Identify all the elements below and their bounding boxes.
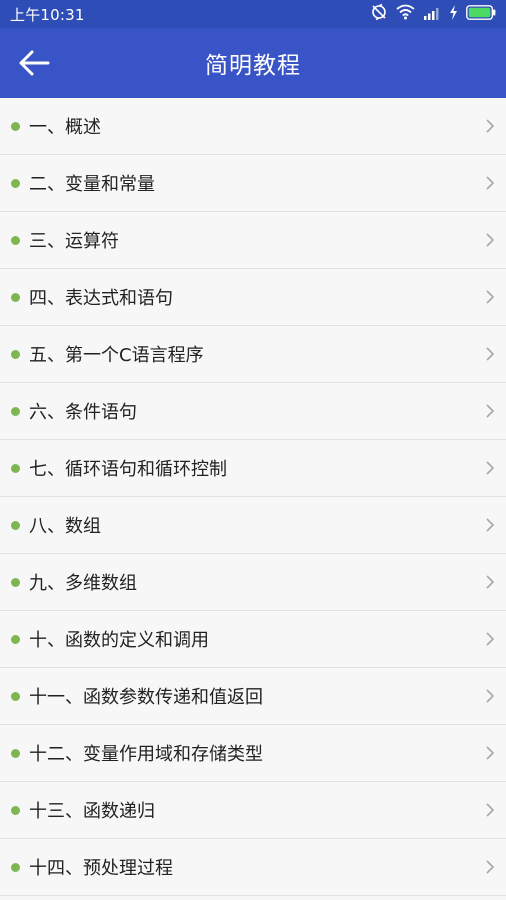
list-item[interactable]: 七、循环语句和循环控制 [0,440,506,497]
bullet-dot-icon [11,749,20,758]
list-item-label: 十四、预处理过程 [29,858,173,879]
chevron-right-icon [486,461,495,475]
list-item[interactable]: 二、变量和常量 [0,155,506,212]
charging-icon [449,4,458,24]
list-item-label: 十、函数的定义和调用 [29,630,209,651]
list-item[interactable]: 一、概述 [0,98,506,155]
sync-off-icon [370,3,388,25]
bullet-dot-icon [11,521,20,530]
lesson-list: 一、概述二、变量和常量 三、运算符四、表达式和语句五、第一个C语言程序 六、条件语句… [0,98,506,896]
list-item[interactable]: 十一、函数参数传递和值返回 [0,668,506,725]
list-item[interactable]: 十二、变量作用域和存储类型 [0,725,506,782]
bullet-dot-icon [11,692,20,701]
chevron-right-icon [486,518,495,532]
list-item-label: 十一、函数参数传递和值返回 [29,687,263,708]
chevron-right-icon [486,803,495,817]
chevron-right-icon [486,632,495,646]
list-item[interactable]: 四、表达式和语句 [0,269,506,326]
chevron-right-icon [486,347,495,361]
list-item[interactable]: 九、多维数组 [0,554,506,611]
list-item-label: 六、条件语句 [29,402,137,423]
list-item-label: 十二、变量作用域和存储类型 [29,744,263,765]
list-item[interactable]: 十、函数的定义和调用 [0,611,506,668]
chevron-right-icon [486,290,495,304]
list-item-label: 九、多维数组 [29,573,137,594]
chevron-right-icon [486,404,495,418]
bullet-dot-icon [11,236,20,245]
bullet-dot-icon [11,464,20,473]
bullet-dot-icon [11,863,20,872]
status-bar: 上午10:31 [0,0,506,28]
list-item[interactable]: 三、运算符 [0,212,506,269]
list-item-label: 十三、函数递归 [29,801,155,822]
list-item-label: 五、第一个C语言程序 [29,345,204,366]
battery-icon [466,4,496,24]
list-item-label: 一、概述 [29,117,101,138]
bullet-dot-icon [11,350,20,359]
bullet-dot-icon [11,122,20,131]
list-item[interactable]: 十三、函数递归 [0,782,506,839]
bullet-dot-icon [11,578,20,587]
screen: 上午10:31 简明教程 一、概述 二、变量和常量 三、运算符 四、表达式和语句… [0,0,506,900]
list-item[interactable]: 八、数组 [0,497,506,554]
list-item-label: 二、变量和常量 [29,174,155,195]
chevron-right-icon [486,860,495,874]
status-icons [370,3,496,25]
bullet-dot-icon [11,293,20,302]
bullet-dot-icon [11,407,20,416]
signal-icon [423,5,441,24]
list-item-label: 八、数组 [29,516,101,537]
list-item-label: 四、表达式和语句 [29,288,173,309]
list-item[interactable]: 五、第一个C语言程序 [0,326,506,383]
wifi-icon [396,4,415,24]
chevron-right-icon [486,575,495,589]
chevron-right-icon [486,119,495,133]
page-title: 简明教程 [205,53,301,79]
status-time: 上午10:31 [10,5,85,24]
list-item[interactable]: 六、条件语句 [0,383,506,440]
bullet-dot-icon [11,635,20,644]
list-item[interactable]: 十四、预处理过程 [0,839,506,896]
chevron-right-icon [486,233,495,247]
chevron-right-icon [486,746,495,760]
bullet-dot-icon [11,806,20,815]
chevron-right-icon [486,176,495,190]
bullet-dot-icon [11,179,20,188]
app-bar: 简明教程 [0,28,506,98]
list-item-label: 七、循环语句和循环控制 [29,459,227,480]
list-item-label: 三、运算符 [29,231,119,252]
chevron-right-icon [486,689,495,703]
